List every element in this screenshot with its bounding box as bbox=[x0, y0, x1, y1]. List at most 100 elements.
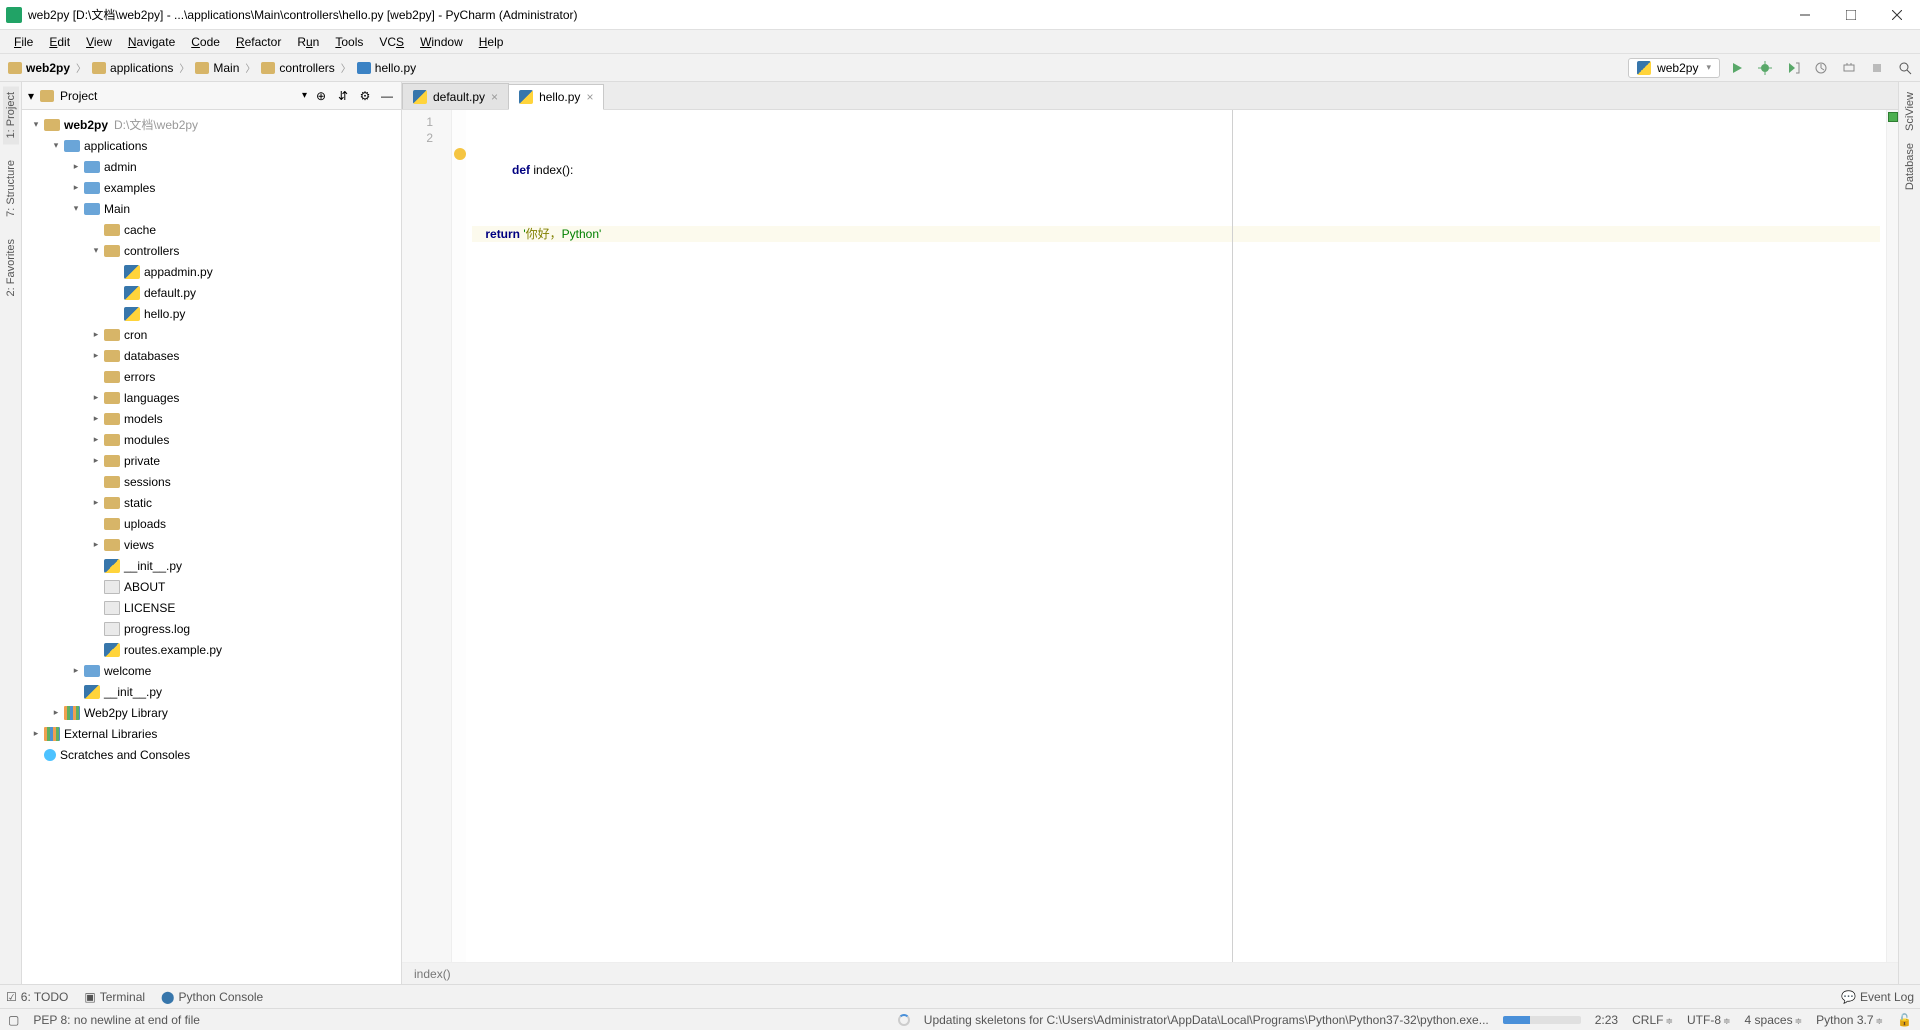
expand-icon[interactable]: ▸ bbox=[88, 350, 104, 361]
expand-icon[interactable]: ▸ bbox=[88, 434, 104, 445]
hide-icon[interactable]: — bbox=[379, 88, 395, 104]
minimize-button[interactable] bbox=[1782, 0, 1828, 30]
tree-item[interactable]: ▸modules bbox=[22, 429, 401, 450]
tree-item[interactable]: ▸Web2py Library bbox=[22, 702, 401, 723]
menu-file[interactable]: File bbox=[6, 33, 41, 51]
python-interpreter[interactable]: Python 3.7≑ bbox=[1816, 1013, 1883, 1027]
tool-tab-event-log[interactable]: 💬Event Log bbox=[1841, 990, 1914, 1004]
search-everywhere-button[interactable] bbox=[1894, 57, 1916, 79]
tree-item[interactable]: ▾applications bbox=[22, 135, 401, 156]
tree-item[interactable]: ▾Main bbox=[22, 198, 401, 219]
tree-item[interactable]: Scratches and Consoles bbox=[22, 744, 401, 765]
progress-bar[interactable] bbox=[1503, 1016, 1581, 1024]
run-coverage-button[interactable] bbox=[1782, 57, 1804, 79]
status-tool-window-icon[interactable]: ▢ bbox=[8, 1013, 19, 1027]
expand-icon[interactable]: ▸ bbox=[88, 392, 104, 403]
tree-item[interactable]: ▸languages bbox=[22, 387, 401, 408]
tool-tab-project[interactable]: 1: Project bbox=[3, 86, 19, 144]
code-editor[interactable]: def index(): return '你好，Python' bbox=[466, 110, 1886, 962]
tree-item[interactable]: sessions bbox=[22, 471, 401, 492]
menu-navigate[interactable]: Navigate bbox=[120, 33, 183, 51]
menu-refactor[interactable]: Refactor bbox=[228, 33, 289, 51]
tree-item[interactable]: __init__.py bbox=[22, 681, 401, 702]
tree-item[interactable]: cache bbox=[22, 219, 401, 240]
tool-tab-terminal[interactable]: ▣Terminal bbox=[84, 990, 145, 1004]
run-button[interactable] bbox=[1726, 57, 1748, 79]
run-configuration-selector[interactable]: web2py ▾ bbox=[1628, 58, 1720, 78]
tree-item[interactable]: ▸admin bbox=[22, 156, 401, 177]
tree-item[interactable]: progress.log bbox=[22, 618, 401, 639]
intention-bulb-icon[interactable] bbox=[454, 148, 466, 160]
close-tab-icon[interactable]: × bbox=[491, 90, 498, 104]
tree-item[interactable]: ▸private bbox=[22, 450, 401, 471]
expand-icon[interactable]: ▸ bbox=[88, 497, 104, 508]
tree-item[interactable]: errors bbox=[22, 366, 401, 387]
stop-button[interactable] bbox=[1866, 57, 1888, 79]
file-encoding[interactable]: UTF-8≑ bbox=[1687, 1013, 1731, 1027]
menu-help[interactable]: Help bbox=[471, 33, 512, 51]
background-task[interactable]: Updating skeletons for C:\Users\Administ… bbox=[924, 1013, 1489, 1027]
attach-button[interactable] bbox=[1838, 57, 1860, 79]
chevron-down-icon[interactable]: ▾ bbox=[302, 90, 307, 101]
expand-icon[interactable]: ▸ bbox=[88, 539, 104, 550]
expand-icon[interactable]: ▸ bbox=[68, 665, 84, 676]
breadcrumb-item[interactable]: controllers bbox=[257, 59, 338, 77]
maximize-button[interactable] bbox=[1828, 0, 1874, 30]
error-stripe[interactable] bbox=[1886, 110, 1898, 962]
breadcrumb-item[interactable]: applications bbox=[88, 59, 177, 77]
tree-item[interactable]: uploads bbox=[22, 513, 401, 534]
debug-button[interactable] bbox=[1754, 57, 1776, 79]
caret-position[interactable]: 2:23 bbox=[1595, 1013, 1618, 1027]
tree-item[interactable]: ▸static bbox=[22, 492, 401, 513]
tool-tab-favorites[interactable]: 2: Favorites bbox=[3, 233, 19, 302]
tool-tab-python-console[interactable]: ⬤Python Console bbox=[161, 990, 263, 1004]
tree-item[interactable]: ▾web2pyD:\文档\web2py bbox=[22, 114, 401, 135]
tool-tab-structure[interactable]: 7: Structure bbox=[3, 154, 19, 223]
tree-item[interactable]: ▸External Libraries bbox=[22, 723, 401, 744]
project-tree[interactable]: ▾web2pyD:\文档\web2py▾applications▸admin▸e… bbox=[22, 110, 401, 984]
expand-icon[interactable]: ▾ bbox=[28, 119, 44, 130]
breadcrumb-item[interactable]: web2py bbox=[4, 59, 74, 77]
tree-item[interactable]: __init__.py bbox=[22, 555, 401, 576]
tool-tab-todo[interactable]: ☑6: TODO bbox=[6, 990, 68, 1004]
menu-run[interactable]: Run bbox=[289, 33, 327, 51]
expand-icon[interactable]: ▸ bbox=[88, 455, 104, 466]
breadcrumb-item[interactable]: hello.py bbox=[353, 59, 420, 77]
expand-icon[interactable]: ▸ bbox=[88, 329, 104, 340]
profile-button[interactable] bbox=[1810, 57, 1832, 79]
tree-item[interactable]: LICENSE bbox=[22, 597, 401, 618]
tree-item[interactable]: ▸databases bbox=[22, 345, 401, 366]
menu-window[interactable]: Window bbox=[412, 33, 471, 51]
tree-item[interactable]: ▸models bbox=[22, 408, 401, 429]
tool-tab-sciview[interactable]: SciView bbox=[1902, 86, 1918, 137]
expand-icon[interactable]: ▸ bbox=[88, 413, 104, 424]
tree-item[interactable]: hello.py bbox=[22, 303, 401, 324]
menu-code[interactable]: Code bbox=[183, 33, 228, 51]
tree-item[interactable]: ▸examples bbox=[22, 177, 401, 198]
expand-icon[interactable]: ▸ bbox=[48, 707, 64, 718]
tree-item[interactable]: default.py bbox=[22, 282, 401, 303]
expand-icon[interactable]: ▾ bbox=[68, 203, 84, 214]
expand-icon[interactable]: ▸ bbox=[68, 161, 84, 172]
menu-vcs[interactable]: VCS bbox=[371, 33, 412, 51]
tree-item[interactable]: routes.example.py bbox=[22, 639, 401, 660]
expand-icon[interactable]: ▸ bbox=[68, 182, 84, 193]
collapse-icon[interactable]: ▾ bbox=[28, 89, 34, 103]
expand-icon[interactable]: ▸ bbox=[28, 728, 44, 739]
expand-icon[interactable]: ▾ bbox=[88, 245, 104, 256]
tree-item[interactable]: ▸views bbox=[22, 534, 401, 555]
editor-tab[interactable]: default.py× bbox=[402, 83, 509, 109]
close-tab-icon[interactable]: × bbox=[586, 90, 593, 104]
tree-item[interactable]: ▾controllers bbox=[22, 240, 401, 261]
menu-view[interactable]: View bbox=[78, 33, 120, 51]
tree-item[interactable]: ABOUT bbox=[22, 576, 401, 597]
fold-gutter[interactable] bbox=[452, 110, 466, 962]
expand-icon[interactable]: ▾ bbox=[48, 140, 64, 151]
project-view-title[interactable]: Project bbox=[60, 89, 296, 103]
settings-icon[interactable]: ⚙ bbox=[357, 88, 373, 104]
tree-item[interactable]: appadmin.py bbox=[22, 261, 401, 282]
line-ending[interactable]: CRLF≑ bbox=[1632, 1013, 1673, 1027]
close-button[interactable] bbox=[1874, 0, 1920, 30]
tree-item[interactable]: ▸welcome bbox=[22, 660, 401, 681]
tree-item[interactable]: ▸cron bbox=[22, 324, 401, 345]
